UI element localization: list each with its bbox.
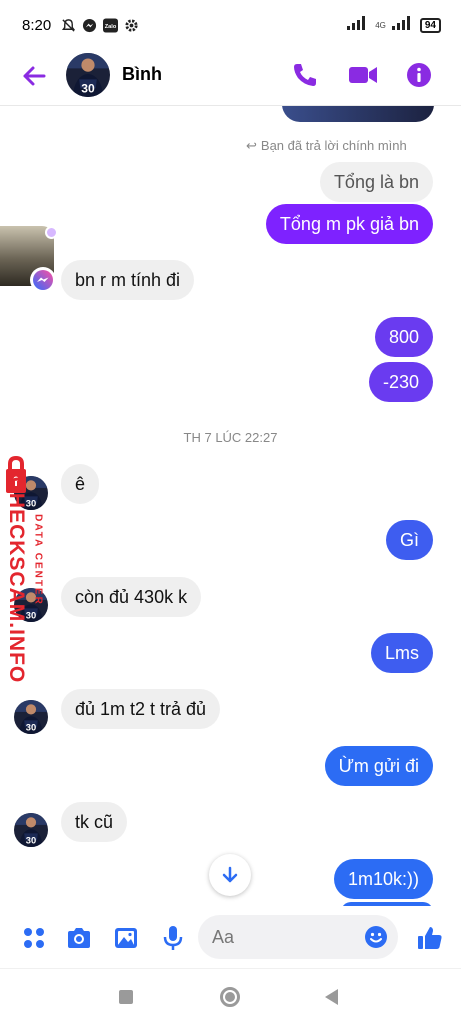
online-dot [45,226,58,239]
emoji-icon[interactable] [364,925,388,949]
outgoing-message[interactable]: -230 [368,362,433,402]
arrow-down-icon [222,866,238,883]
reply-note: ↩ Bạn đã trả lời chính mình [246,138,407,153]
chat-header: Bình [0,50,461,106]
status-left: 8:20 Zalo [22,17,139,34]
gear-icon [124,18,139,33]
video-call-icon[interactable] [347,60,377,90]
camera-icon[interactable] [65,924,93,952]
incoming-message[interactable]: ê [61,464,100,504]
back-triangle-icon[interactable] [325,989,338,1005]
shared-image-preview[interactable] [282,106,434,122]
back-arrow-icon[interactable] [20,62,48,90]
avatar[interactable] [66,53,110,97]
system-nav-bar [0,968,461,1024]
apps-grid-icon[interactable] [20,924,48,952]
gallery-icon[interactable] [112,924,140,952]
outgoing-message[interactable]: Gì [385,520,433,560]
incoming-message[interactable]: đủ 1m t2 t trả đủ [61,689,221,729]
message-list[interactable]: ↩ Bạn đã trả lời chính mình Tổng là bn Tổ… [0,106,461,906]
incoming-message[interactable]: còn đủ 430k k [61,577,202,617]
quoted-message[interactable]: Tổng là bn [319,162,433,202]
status-time: 8:20 [22,16,52,34]
outgoing-message[interactable]: 800 [374,317,433,357]
signal-icon [347,16,369,34]
message-input[interactable]: Aa [198,915,398,959]
watermark-subtext: DATA CENTER [32,514,44,606]
outgoing-message[interactable]: Tổng m pk giả bn [265,204,433,244]
message-composer: Aa [0,906,461,968]
outgoing-message[interactable]: 1m10k:)) [333,859,433,899]
status-right: 4G 94 [347,16,441,34]
contact-name[interactable]: Bình [122,64,162,85]
avatar[interactable] [14,813,48,847]
messenger-icon [82,18,97,33]
svg-text:Zalo: Zalo [105,23,117,29]
battery-indicator: 94 [419,17,441,33]
timestamp: TH 7 LÚC 22:27 [183,430,278,445]
outgoing-message[interactable]: Ừm gửi đi [324,746,433,786]
signal-icon-2 [391,16,414,34]
info-icon[interactable] [404,60,434,90]
mute-bell-icon [61,18,76,33]
reply-arrow-icon: ↩ [246,138,257,153]
avatar[interactable] [14,700,48,734]
input-placeholder: Aa [212,927,235,947]
watermark-text: CHECKSCAM.INFO [5,476,28,684]
recents-icon[interactable] [119,990,133,1004]
incoming-message[interactable]: tk cũ [61,802,128,842]
phone-icon[interactable] [290,60,320,90]
scroll-to-bottom-button[interactable] [209,854,251,896]
incoming-message[interactable]: bn r m tính đi [61,260,195,300]
zalo-icon: Zalo [103,17,119,33]
status-bar: 8:20 Zalo 4G 94 [0,0,461,50]
messenger-badge-icon [30,267,56,293]
home-icon[interactable] [220,987,240,1007]
outgoing-message[interactable]: Lms [370,633,433,673]
like-thumb-icon[interactable] [416,924,444,952]
network-label: 4G [375,20,386,30]
microphone-icon[interactable] [159,924,187,952]
